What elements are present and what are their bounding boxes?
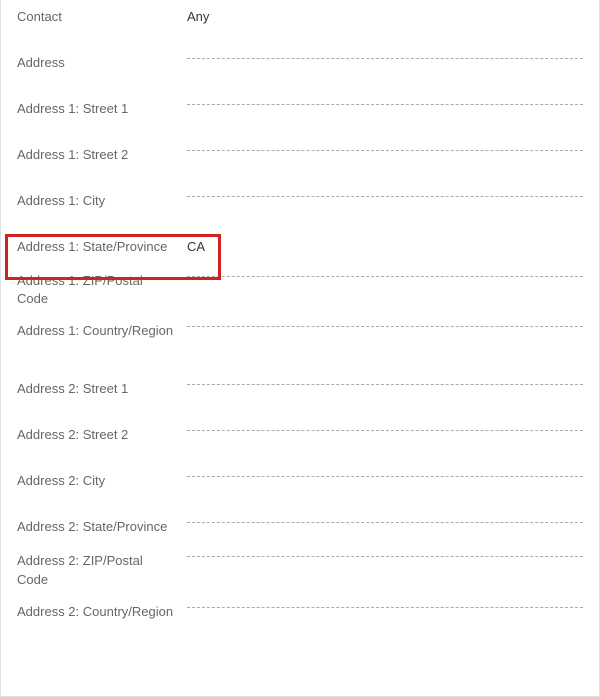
label-addr1-country: Address 1: Country/Region bbox=[17, 320, 187, 340]
label-addr2-state: Address 2: State/Province bbox=[17, 516, 187, 536]
value-addr1-state[interactable]: CA bbox=[187, 236, 583, 256]
value-addr2-state[interactable] bbox=[187, 522, 583, 523]
spacer bbox=[11, 406, 589, 418]
label-addr1-zip: Address 1: ZIP/Postal Code bbox=[17, 270, 187, 308]
spacer bbox=[11, 452, 589, 464]
label-address: Address bbox=[17, 52, 187, 72]
label-addr2-zip: Address 2: ZIP/Postal Code bbox=[17, 550, 187, 588]
row-addr1-state: Address 1: State/Province CA bbox=[11, 230, 589, 264]
spacer bbox=[11, 80, 589, 92]
value-addr1-city[interactable] bbox=[187, 196, 583, 197]
label-addr1-state: Address 1: State/Province bbox=[17, 236, 187, 256]
value-addr1-country[interactable] bbox=[187, 326, 583, 327]
label-addr2-country: Address 2: Country/Region bbox=[17, 601, 187, 621]
value-addr2-zip[interactable] bbox=[187, 556, 583, 557]
label-addr2-street1: Address 2: Street 1 bbox=[17, 378, 187, 398]
spacer bbox=[11, 172, 589, 184]
row-addr2-street1: Address 2: Street 1 bbox=[11, 372, 589, 406]
label-addr1-city: Address 1: City bbox=[17, 190, 187, 210]
value-addr2-country[interactable] bbox=[187, 607, 583, 608]
label-addr1-street1: Address 1: Street 1 bbox=[17, 98, 187, 118]
value-addr1-zip[interactable] bbox=[187, 276, 583, 277]
value-addr2-street2[interactable] bbox=[187, 430, 583, 431]
spacer bbox=[11, 360, 589, 372]
label-addr2-street2: Address 2: Street 2 bbox=[17, 424, 187, 444]
value-addr1-street1[interactable] bbox=[187, 104, 583, 105]
label-contact: Contact bbox=[17, 6, 187, 26]
row-addr1-street2: Address 1: Street 2 bbox=[11, 138, 589, 172]
row-addr1-country: Address 1: Country/Region bbox=[11, 314, 589, 348]
row-addr2-city: Address 2: City bbox=[11, 464, 589, 498]
value-addr2-street1[interactable] bbox=[187, 384, 583, 385]
value-address[interactable] bbox=[187, 58, 583, 59]
spacer bbox=[11, 34, 589, 46]
label-addr1-street2: Address 1: Street 2 bbox=[17, 144, 187, 164]
row-address: Address bbox=[11, 46, 589, 80]
value-contact[interactable]: Any bbox=[187, 6, 583, 26]
row-addr1-street1: Address 1: Street 1 bbox=[11, 92, 589, 126]
row-addr2-zip: Address 2: ZIP/Postal Code bbox=[11, 544, 589, 594]
spacer bbox=[11, 498, 589, 510]
label-addr2-city: Address 2: City bbox=[17, 470, 187, 490]
address-form: Contact Any Address Address 1: Street 1 … bbox=[1, 0, 599, 629]
spacer bbox=[11, 218, 589, 230]
spacer bbox=[11, 126, 589, 138]
row-contact: Contact Any bbox=[11, 0, 589, 34]
spacer bbox=[11, 348, 589, 360]
row-addr2-state: Address 2: State/Province bbox=[11, 510, 589, 544]
row-addr2-country: Address 2: Country/Region bbox=[11, 595, 589, 629]
row-addr1-zip: Address 1: ZIP/Postal Code bbox=[11, 264, 589, 314]
value-addr1-street2[interactable] bbox=[187, 150, 583, 151]
value-addr2-city[interactable] bbox=[187, 476, 583, 477]
row-addr2-street2: Address 2: Street 2 bbox=[11, 418, 589, 452]
row-addr1-city: Address 1: City bbox=[11, 184, 589, 218]
